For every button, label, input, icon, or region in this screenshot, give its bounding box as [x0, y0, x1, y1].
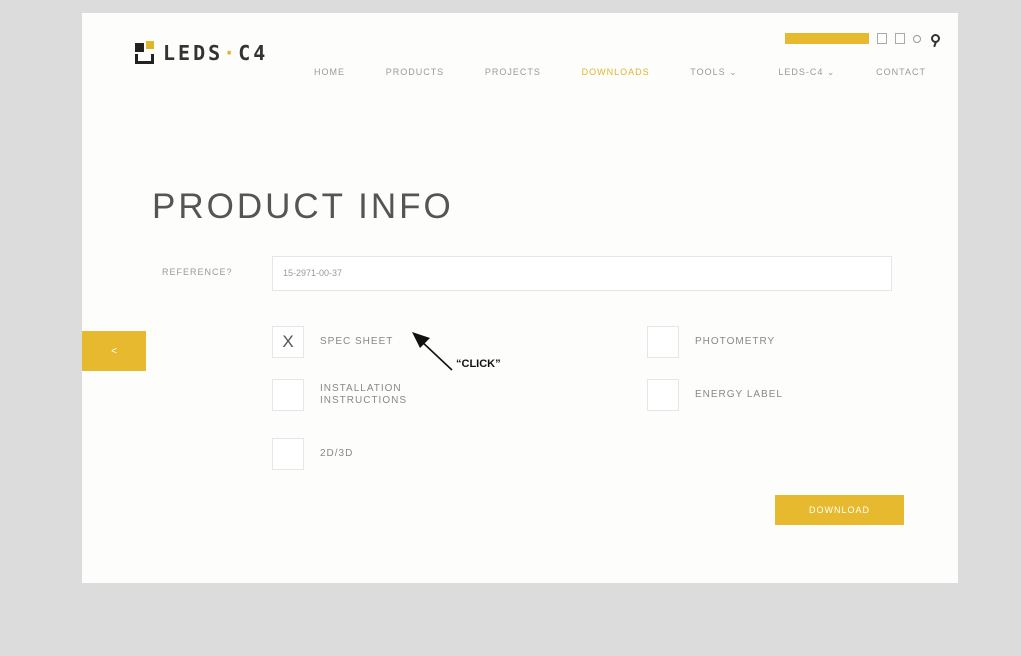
main-nav: HOME PRODUCTS PROJECTS DOWNLOADS TOOLS ⌄…	[314, 67, 926, 78]
energy-label-checkbox[interactable]	[647, 379, 679, 411]
share-icon: <	[111, 345, 117, 357]
nav-item-downloads[interactable]: DOWNLOADS	[582, 67, 650, 78]
top-highlight-button[interactable]	[785, 33, 869, 44]
language-selector[interactable]	[913, 34, 923, 43]
option-spec-sheet[interactable]: X SPEC SHEET	[272, 326, 393, 358]
download-button[interactable]: DOWNLOAD	[775, 495, 904, 525]
2d-3d-label: 2D/3D	[320, 448, 354, 459]
page-title: PRODUCT INFO	[152, 187, 454, 226]
nav-item-leds-c4[interactable]: LEDS-C4 ⌄	[778, 67, 835, 78]
nav-item-contact[interactable]: CONTACT	[876, 67, 926, 78]
spec-sheet-label: SPEC SHEET	[320, 336, 394, 347]
leds-c4-logo[interactable]: LEDS·C4	[135, 37, 268, 69]
click-annotation: “CLICK”	[456, 358, 501, 370]
reference-input[interactable]: 15-2971-00-37	[272, 256, 892, 291]
reference-label: REFERENCE?	[162, 267, 233, 277]
share-button[interactable]: <	[82, 331, 146, 371]
photometry-label: PHOTOMETRY	[695, 336, 776, 347]
option-energy-label[interactable]: ENERGY LABEL	[647, 379, 783, 411]
logo-mark-icon	[135, 41, 155, 65]
top-outline-button-1[interactable]	[877, 33, 887, 44]
search-icon[interactable]	[931, 34, 940, 43]
spec-sheet-checkbox[interactable]: X	[272, 326, 304, 358]
installation-checkbox[interactable]	[272, 379, 304, 411]
2d-3d-checkbox[interactable]	[272, 438, 304, 470]
annotation-arrow-icon	[412, 332, 453, 371]
top-utility-bar	[785, 33, 940, 44]
option-photometry[interactable]: PHOTOMETRY	[647, 326, 775, 358]
nav-item-projects[interactable]: PROJECTS	[485, 67, 541, 78]
nav-item-products[interactable]: PRODUCTS	[386, 67, 445, 78]
option-2d-3d[interactable]: 2D/3D	[272, 438, 353, 470]
option-installation-instructions[interactable]: INSTALLATION INSTRUCTIONS	[272, 379, 407, 411]
logo-text: LEDS·C4	[163, 41, 269, 65]
photometry-checkbox[interactable]	[647, 326, 679, 358]
nav-item-tools[interactable]: TOOLS ⌄	[690, 67, 737, 78]
installation-label: INSTALLATION INSTRUCTIONS	[320, 383, 407, 406]
nav-item-home[interactable]: HOME	[314, 67, 345, 78]
globe-icon	[913, 34, 921, 43]
energy-label-label: ENERGY LABEL	[695, 389, 783, 400]
top-outline-button-2[interactable]	[895, 33, 905, 44]
